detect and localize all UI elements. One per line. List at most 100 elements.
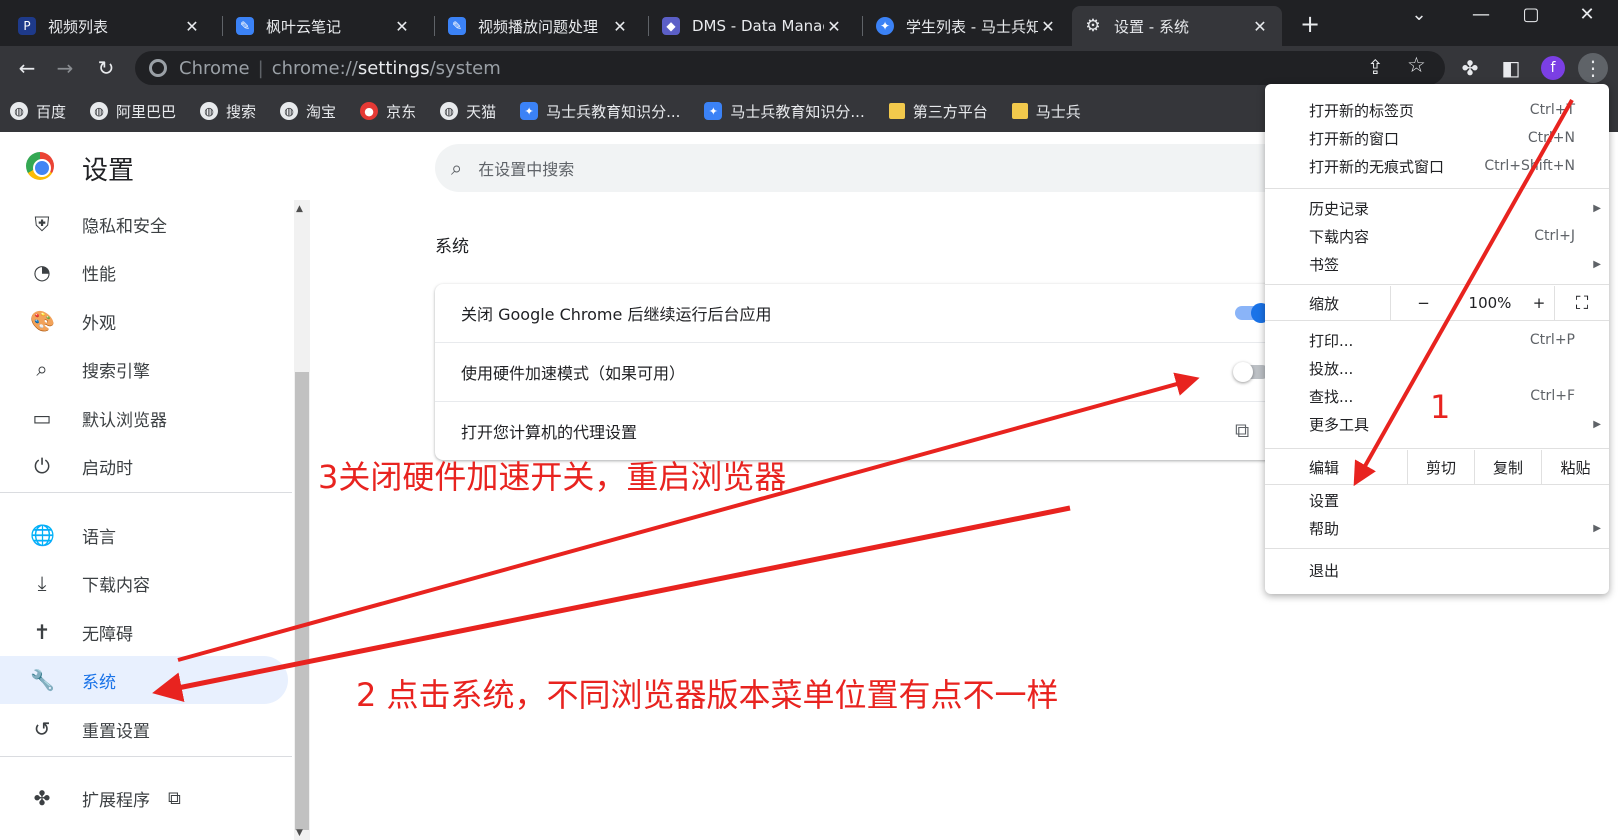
- bookmark-folder[interactable]: 第三方平台: [888, 101, 988, 122]
- bookmark-label: 京东: [386, 102, 417, 121]
- menu-item-print[interactable]: 打印... Ctrl+P: [1265, 326, 1609, 354]
- close-tab-icon[interactable]: ✕: [824, 17, 844, 36]
- bookmark-item[interactable]: ◍ 百度: [10, 101, 66, 122]
- setting-label: 打开您计算机的代理设置: [461, 423, 638, 442]
- menu-shortcut: Ctrl+N: [1527, 130, 1575, 146]
- sidebar-item-languages[interactable]: 🌐 语言: [0, 511, 288, 559]
- sidebar-item-extensions[interactable]: ✤ 扩展程序 ⧉: [0, 774, 288, 822]
- share-icon[interactable]: ⇪: [1367, 55, 1384, 79]
- bookmark-item[interactable]: ● 京东: [360, 101, 416, 122]
- fullscreen-icon[interactable]: ⛶: [1554, 286, 1609, 320]
- menu-label: 退出: [1309, 561, 1340, 580]
- menu-label: 缩放: [1309, 294, 1340, 313]
- sidebar-item-performance[interactable]: ◔ 性能: [0, 248, 288, 296]
- address-bar[interactable]: Chrome | chrome://settings/system ⇪ ☆: [135, 51, 1445, 85]
- tab-3[interactable]: ◆ DMS - Data Manag ✕: [650, 6, 856, 46]
- bookmark-folder[interactable]: 马士兵: [1011, 101, 1081, 122]
- scroll-down-arrow-icon[interactable]: ▼: [296, 828, 303, 838]
- menu-item-help[interactable]: 帮助 ▶: [1265, 514, 1609, 542]
- bookmark-item[interactable]: ◍ 淘宝: [280, 101, 336, 122]
- msb-icon: ✦: [520, 102, 539, 120]
- close-tab-icon[interactable]: ✕: [1250, 17, 1270, 36]
- submenu-arrow-icon: ▶: [1593, 202, 1601, 214]
- bookmark-item[interactable]: ✦ 马士兵教育知识分...: [704, 101, 865, 122]
- menu-item-history[interactable]: 历史记录 ▶: [1265, 194, 1609, 222]
- sidebar-item-appearance[interactable]: 🎨 外观: [0, 297, 288, 345]
- chrome-menu-icon[interactable]: ⋮: [1578, 53, 1608, 83]
- bookmark-item[interactable]: ◍ 天猫: [440, 101, 496, 122]
- close-window-icon[interactable]: ✕: [1562, 0, 1612, 28]
- background-apps-toggle[interactable]: [1235, 303, 1271, 323]
- tab-2[interactable]: ✎ 视频播放问题处理 ✕: [436, 6, 642, 46]
- menu-item-bookmarks[interactable]: 书签 ▶: [1265, 250, 1609, 278]
- close-tab-icon[interactable]: ✕: [1038, 17, 1058, 36]
- extensions-icon[interactable]: ✤: [1455, 53, 1485, 83]
- sidebar-item-on-startup[interactable]: ⏻ 启动时: [0, 442, 288, 490]
- hardware-acceleration-toggle[interactable]: [1233, 362, 1269, 382]
- scroll-up-arrow-icon[interactable]: ▲: [296, 204, 303, 214]
- tab-4[interactable]: ✦ 学生列表 - 马士兵知 ✕: [864, 6, 1070, 46]
- menu-item-exit[interactable]: 退出: [1265, 556, 1609, 584]
- sidebar-item-search-engine[interactable]: ⌕ 搜索引擎: [0, 345, 288, 393]
- close-tab-icon[interactable]: ✕: [182, 17, 202, 36]
- cut-button[interactable]: 剪切: [1407, 450, 1474, 484]
- gear-icon: ⚙: [1085, 16, 1101, 36]
- globe-icon: ◍: [200, 102, 219, 120]
- tab-5-active[interactable]: ⚙ 设置 - 系统 ✕: [1072, 6, 1282, 46]
- menu-divider: [1265, 548, 1609, 549]
- sidebar-item-downloads[interactable]: ⤓ 下载内容: [0, 559, 288, 607]
- sidebar-item-privacy[interactable]: ⛨ 隐私和安全: [0, 200, 288, 248]
- menu-item-incognito[interactable]: 打开新的无痕式窗口 Ctrl+Shift+N: [1265, 152, 1609, 180]
- tab-search-chevron-icon[interactable]: ⌄: [1394, 0, 1444, 28]
- sidebar-scrollbar-thumb[interactable]: [295, 372, 309, 830]
- setting-row-hardware-acceleration[interactable]: 使用硬件加速模式（如果可用）: [435, 343, 1295, 401]
- tab-separator: [222, 16, 223, 36]
- menu-divider: [1265, 448, 1609, 449]
- sidebar-item-reset[interactable]: ↺ 重置设置: [0, 705, 288, 753]
- tab-0[interactable]: P 视频列表 ✕: [6, 6, 214, 46]
- note-app-icon: ✎: [236, 17, 254, 35]
- sidebar-item-system[interactable]: 🔧 系统: [0, 656, 288, 704]
- menu-item-cast[interactable]: 投放...: [1265, 354, 1609, 382]
- bookmark-item[interactable]: ◍ 阿里巴巴: [90, 101, 176, 122]
- sidebar-item-label: 搜索引擎: [82, 361, 150, 382]
- menu-label: 更多工具: [1309, 415, 1370, 434]
- copy-button[interactable]: 复制: [1474, 450, 1541, 484]
- bookmark-item[interactable]: ✦ 马士兵教育知识分...: [520, 101, 680, 122]
- close-tab-icon[interactable]: ✕: [392, 17, 412, 36]
- menu-item-downloads[interactable]: 下载内容 Ctrl+J: [1265, 222, 1609, 250]
- maximize-icon[interactable]: ▢: [1506, 0, 1556, 28]
- sidebar-item-label: 启动时: [82, 458, 133, 479]
- sidebar-item-label: 默认浏览器: [82, 410, 167, 431]
- bookmark-label: 马士兵教育知识分...: [546, 102, 681, 121]
- menu-divider: [1265, 320, 1609, 321]
- setting-row-background-apps[interactable]: 关闭 Google Chrome 后继续运行后台应用: [435, 284, 1295, 342]
- reload-icon[interactable]: ↻: [91, 53, 121, 83]
- tab-title: DMS - Data Manag: [692, 17, 824, 35]
- profile-avatar[interactable]: f: [1538, 53, 1568, 83]
- tab-1[interactable]: ✎ 枫叶云笔记 ✕: [224, 6, 424, 46]
- system-settings-card: 关闭 Google Chrome 后继续运行后台应用 使用硬件加速模式（如果可用…: [435, 284, 1295, 460]
- bookmark-label: 搜索: [226, 102, 257, 121]
- paste-button[interactable]: 粘贴: [1541, 450, 1609, 484]
- new-tab-button[interactable]: +: [1295, 9, 1325, 39]
- sidebar-item-accessibility[interactable]: ✝ 无障碍: [0, 608, 288, 656]
- sidebar-item-label: 下载内容: [82, 575, 150, 596]
- minimize-icon[interactable]: —: [1456, 0, 1506, 28]
- bookmark-star-icon[interactable]: ☆: [1407, 53, 1426, 77]
- close-tab-icon[interactable]: ✕: [610, 17, 630, 36]
- forward-icon[interactable]: →: [50, 53, 80, 83]
- menu-item-new-tab[interactable]: 打开新的标签页 Ctrl+T: [1265, 96, 1609, 124]
- menu-item-new-window[interactable]: 打开新的窗口 Ctrl+N: [1265, 124, 1609, 152]
- sidebar-item-default-browser[interactable]: ▭ 默认浏览器: [0, 394, 288, 442]
- side-panel-icon[interactable]: ◧: [1496, 53, 1526, 83]
- menu-item-settings[interactable]: 设置: [1265, 486, 1609, 514]
- external-link-icon[interactable]: ⧉: [1235, 418, 1249, 442]
- menu-label: 打印...: [1309, 331, 1354, 350]
- back-icon[interactable]: ←: [12, 53, 42, 83]
- tab-separator: [434, 16, 435, 36]
- zoom-in-button[interactable]: +: [1524, 286, 1554, 320]
- bookmark-item[interactable]: ◍ 搜索: [200, 101, 256, 122]
- settings-search-input[interactable]: ⌕ 在设置中搜索: [435, 144, 1295, 192]
- zoom-out-button[interactable]: −: [1390, 286, 1456, 320]
